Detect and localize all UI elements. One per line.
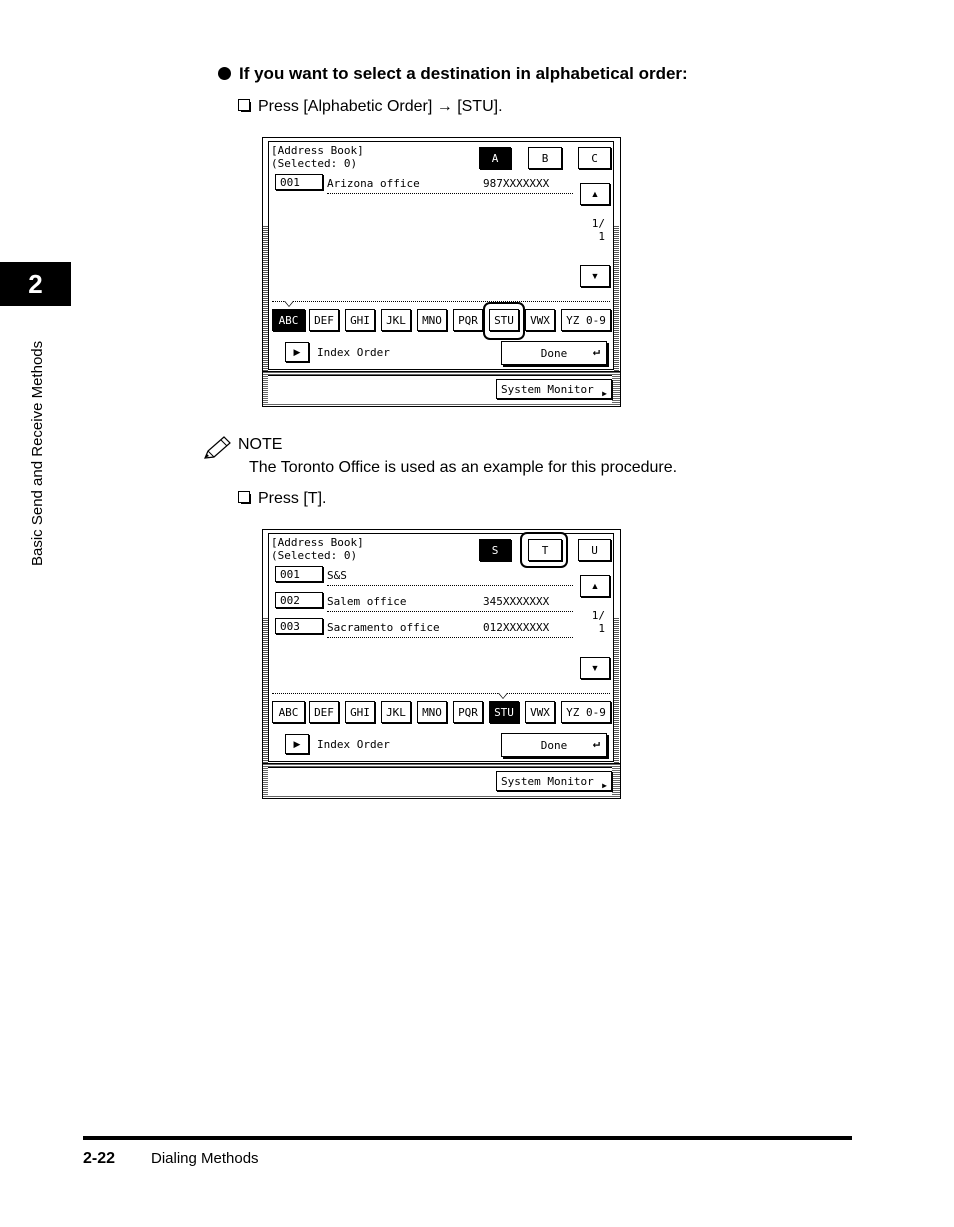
step-2: Press [T]. [238,490,326,508]
play-triangle-icon: ▶ [602,389,607,398]
entry-number-button[interactable]: 001 [275,174,323,190]
section-heading-text: If you want to select a destination in a… [239,64,688,83]
pencil-note-icon [204,436,231,459]
note-title: NOTE [238,436,283,453]
checkbox-bullet-icon [238,491,251,504]
scroll-up-button[interactable]: ▲ [580,183,610,205]
page-indicator-top: 1/ [591,217,605,230]
step-2-text: Press [T]. [258,490,327,507]
chapter-tab: 2 [0,262,71,306]
group-button-yz09[interactable]: YZ 0-9 [561,701,611,723]
page-indicator-top: 1/ [591,609,605,622]
entry-name[interactable]: Salem office [327,595,406,608]
index-order-label: Index Order [317,738,390,751]
entry-phone: 987XXXXXXX [483,177,550,190]
enter-icon: ↵ [592,736,600,750]
page-indicator-bottom: 1 [598,622,605,635]
section-heading: If you want to select a destination in a… [218,64,688,84]
letter-button-c[interactable]: C [578,147,611,169]
letter-button-s[interactable]: S [479,539,511,561]
group-button-pqr[interactable]: PQR [453,701,483,723]
letter-button-u[interactable]: U [578,539,611,561]
group-separator [272,693,610,694]
play-triangle-icon: ▶ [602,781,607,790]
group-button-abc[interactable]: ABC [272,309,305,331]
entry-underline [327,585,573,586]
checkbox-bullet-icon [238,99,251,112]
panel-border-right [614,226,619,371]
enter-icon: ↵ [592,344,600,358]
done-button[interactable]: Done ↵ [501,733,607,757]
highlight-ring [520,532,568,568]
step-1-text: Press [Alphabetic Order] → [STU]. [258,98,503,115]
system-monitor-button[interactable]: System Monitor ▶ [496,771,612,791]
selected-group-marker-icon [284,301,294,307]
screen-address-book-1: [Address Book] (Selected: 0) A B C 001 A… [262,137,621,407]
address-book-header: [Address Book] (Selected: 0) [271,144,364,170]
page-indicator-bottom: 1 [598,230,605,243]
scroll-down-icon: ▼ [590,271,600,281]
screen-address-book-2: [Address Book] (Selected: 0) S T U 001 S… [262,529,621,799]
index-order-button[interactable]: ▶ [285,342,309,362]
group-button-pqr[interactable]: PQR [453,309,483,331]
group-button-abc[interactable]: ABC [272,701,305,723]
group-button-ghi[interactable]: GHI [345,309,375,331]
group-button-vwx[interactable]: VWX [525,701,555,723]
system-monitor-button[interactable]: System Monitor ▶ [496,379,612,399]
group-button-yz09[interactable]: YZ 0-9 [561,309,611,331]
entry-underline [327,193,573,194]
group-button-stu[interactable]: STU [489,701,519,723]
done-label: Done [540,346,568,360]
note-body: The Toronto Office is used as an example… [249,459,678,476]
index-order-button[interactable]: ▶ [285,734,309,754]
group-button-jkl[interactable]: JKL [381,309,411,331]
group-button-def[interactable]: DEF [309,309,339,331]
footer-section-title: Dialing Methods [151,1150,259,1167]
scroll-down-button[interactable]: ▼ [580,657,610,679]
group-button-mno[interactable]: MNO [417,701,447,723]
group-separator [272,301,610,302]
entry-number-button[interactable]: 001 [275,566,323,582]
entry-underline [327,637,573,638]
entry-number-button[interactable]: 002 [275,592,323,608]
panel-border-right [614,618,619,763]
done-label: Done [540,738,568,752]
footer-rule [83,1136,852,1140]
entry-name[interactable]: Arizona office [327,177,420,190]
group-button-jkl[interactable]: JKL [381,701,411,723]
letter-button-a[interactable]: A [479,147,511,169]
index-order-label: Index Order [317,346,390,359]
highlight-ring [483,302,525,340]
group-button-vwx[interactable]: VWX [525,309,555,331]
entry-name[interactable]: S&S [327,569,347,582]
entry-number-button[interactable]: 003 [275,618,323,634]
scroll-up-button[interactable]: ▲ [580,575,610,597]
entry-underline [327,611,573,612]
scroll-down-button[interactable]: ▼ [580,265,610,287]
address-book-header: [Address Book] (Selected: 0) [271,536,364,562]
entry-name[interactable]: Sacramento office [327,621,440,634]
step-1: Press [Alphabetic Order] → [STU]. [238,98,503,116]
play-triangle-icon: ▶ [293,346,301,357]
system-monitor-label: System Monitor [501,774,594,788]
scroll-down-icon: ▼ [590,663,600,673]
entry-phone: 012XXXXXXX [483,621,550,634]
group-button-def[interactable]: DEF [309,701,339,723]
group-button-ghi[interactable]: GHI [345,701,375,723]
letter-button-b[interactable]: B [528,147,562,169]
bullet-icon [218,67,231,80]
selected-group-marker-icon [498,693,508,699]
system-monitor-label: System Monitor [501,382,594,396]
entry-phone: 345XXXXXXX [483,595,550,608]
group-button-mno[interactable]: MNO [417,309,447,331]
done-button[interactable]: Done ↵ [501,341,607,365]
scroll-up-icon: ▲ [590,581,600,591]
scroll-up-icon: ▲ [590,189,600,199]
chapter-side-label: Basic Send and Receive Methods [29,340,46,566]
page-number: 2-22 [83,1150,116,1167]
play-triangle-icon: ▶ [293,738,301,749]
